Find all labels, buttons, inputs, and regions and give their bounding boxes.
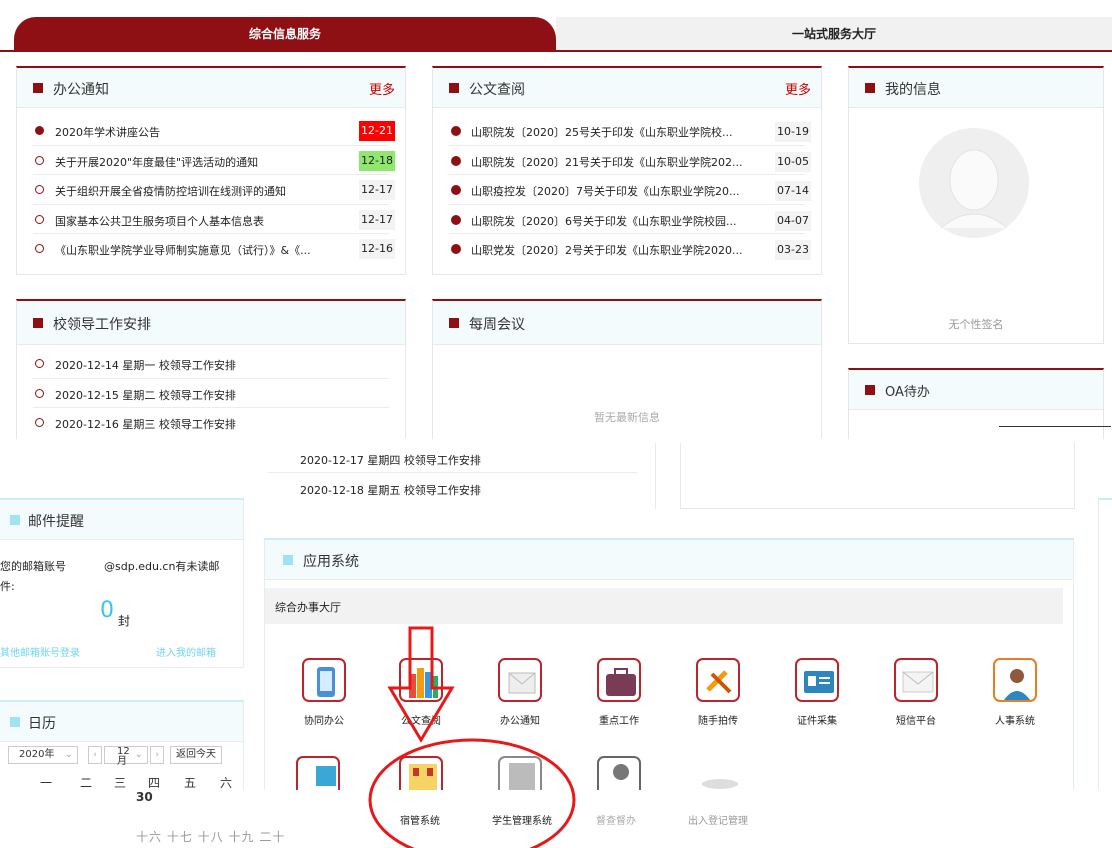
annotation-overlay (368, 626, 576, 848)
arrow-down-icon (387, 626, 455, 743)
highlight-circle-icon (368, 738, 576, 848)
